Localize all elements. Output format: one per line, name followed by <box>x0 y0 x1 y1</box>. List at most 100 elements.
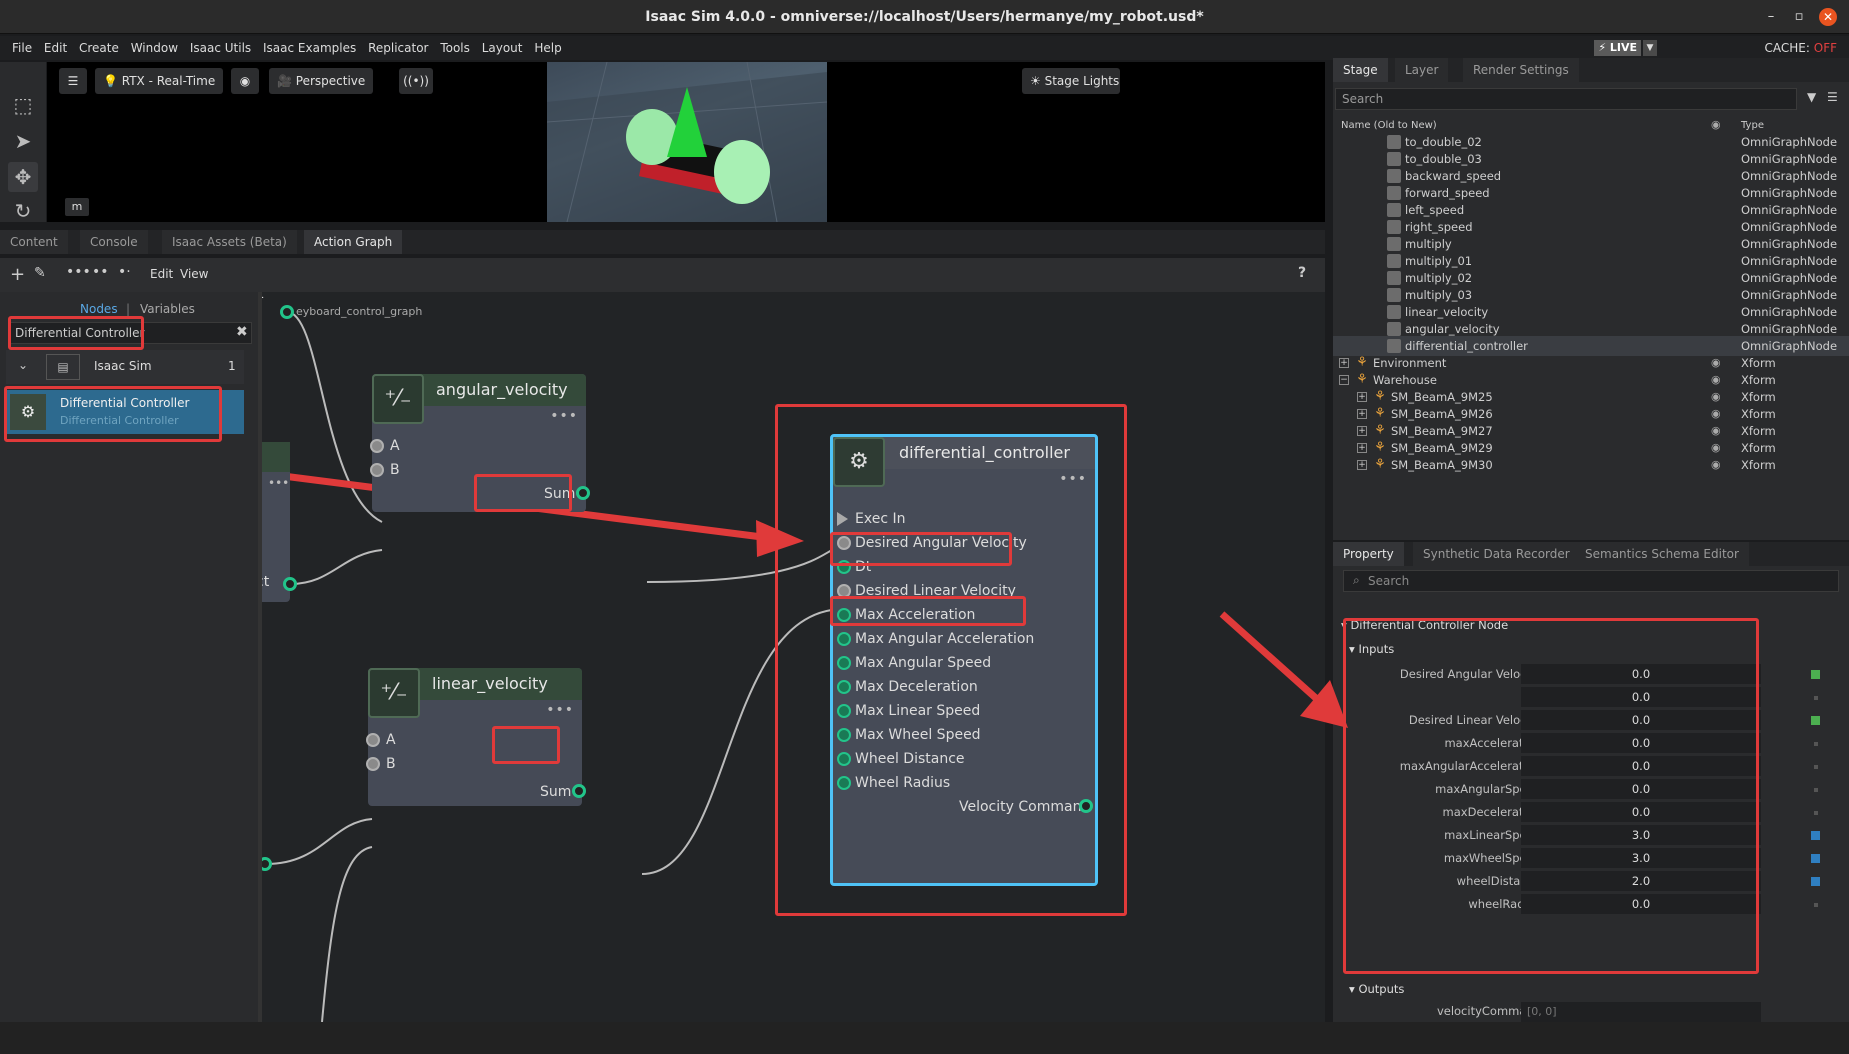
rotate-icon[interactable]: ↻ <box>8 196 38 226</box>
property-value-field[interactable]: 2.0 <box>1521 871 1761 891</box>
tab-isaac-assets[interactable]: Isaac Assets (Beta) <box>162 230 297 254</box>
result-differential-controller[interactable]: ⚙ Differential Controller Differential C… <box>6 390 244 434</box>
menu-icon[interactable]: ☰ <box>1827 90 1838 104</box>
input-pin-a[interactable] <box>366 733 380 747</box>
expand-icon[interactable]: + <box>1357 460 1367 470</box>
view-menu[interactable]: View <box>180 267 208 281</box>
property-search-input[interactable]: Search <box>1343 570 1839 592</box>
property-value-field[interactable]: 0.0 <box>1521 779 1761 799</box>
property-value-field[interactable]: 3.0 <box>1521 848 1761 868</box>
visibility-icon[interactable]: ◉ <box>1711 455 1721 475</box>
pencil-icon[interactable]: ✎ <box>34 265 46 281</box>
expand-icon[interactable]: + <box>1339 358 1349 368</box>
close-icon[interactable]: ✕ <box>1819 8 1837 26</box>
column-name-header[interactable]: Name (Old to New) <box>1341 120 1437 131</box>
property-value-field[interactable]: 0.0 <box>1521 894 1761 914</box>
eye-icon[interactable]: ◉ <box>231 68 259 94</box>
property-value-field[interactable]: 3.0 <box>1521 825 1761 845</box>
expand-icon[interactable]: + <box>1357 409 1367 419</box>
tab-stage[interactable]: Stage <box>1333 58 1388 82</box>
differential-controller-node[interactable]: ⚙ differential_controller ••• Exec In De… <box>830 434 1098 886</box>
value-state-icon[interactable] <box>1811 854 1820 863</box>
value-state-icon[interactable] <box>1814 903 1818 907</box>
cache-state[interactable]: OFF <box>1814 41 1837 55</box>
viewport[interactable]: ☰ 💡 RTX - Real-Time ◉ 🎥 Perspective ((•)… <box>47 62 1325 222</box>
layout-icon[interactable]: ••• <box>66 264 91 280</box>
expand-icon[interactable]: + <box>1357 443 1367 453</box>
output-pin-velocity-command[interactable] <box>1079 799 1093 813</box>
settings-icon[interactable]: ☰ <box>59 68 87 94</box>
tab-render-settings[interactable]: Render Settings <box>1463 58 1579 82</box>
tab-action-graph[interactable]: Action Graph <box>304 230 403 254</box>
node-menu-icon[interactable]: ••• <box>550 408 578 424</box>
input-pin-b[interactable] <box>366 757 380 771</box>
tab-synthetic-data-recorder[interactable]: Synthetic Data Recorder <box>1413 542 1580 566</box>
expand-icon[interactable]: + <box>1357 426 1367 436</box>
move-icon[interactable]: ✥ <box>8 162 38 192</box>
live-button[interactable]: ⚡ LIVE <box>1594 40 1641 56</box>
camera-button[interactable]: 🎥 Perspective <box>269 68 374 94</box>
category-isaac-sim[interactable]: ⌄ ▤ Isaac Sim 1 <box>6 350 244 384</box>
input-pin[interactable] <box>837 560 851 574</box>
expand-icon[interactable]: − <box>1339 375 1349 385</box>
linear-velocity-node[interactable]: ⁺⁄₋ linear_velocity ••• A B Sum <box>366 668 586 806</box>
action-graph-canvas[interactable]: ••• ct t eyboard_control_graph ⁺⁄₋ angul… <box>262 292 1325 1022</box>
cursor-icon[interactable]: ➤ <box>8 126 38 156</box>
menu-tools[interactable]: Tools <box>436 36 474 60</box>
output-pin[interactable] <box>283 577 297 591</box>
menu-edit[interactable]: Edit <box>40 36 71 60</box>
tab-variables[interactable]: Variables <box>140 302 195 316</box>
visibility-icon[interactable]: ◉ <box>1711 118 1721 131</box>
value-state-icon[interactable] <box>1814 811 1818 815</box>
property-value-field[interactable]: 0.0 <box>1521 756 1761 776</box>
menu-file[interactable]: File <box>8 36 36 60</box>
input-pin-a[interactable] <box>370 439 384 453</box>
node-menu-icon[interactable]: ••• <box>268 476 289 490</box>
input-pin[interactable] <box>837 632 851 646</box>
select-mode-icon[interactable]: ⬚ <box>8 90 38 120</box>
input-pin[interactable] <box>837 656 851 670</box>
tab-semantics-schema-editor[interactable]: Semantics Schema Editor <box>1575 542 1749 566</box>
render-mode-button[interactable]: 💡 RTX - Real-Time <box>95 68 224 94</box>
value-state-icon[interactable] <box>1811 716 1820 725</box>
expand-icon[interactable]: + <box>1357 392 1367 402</box>
add-icon[interactable]: + <box>10 264 25 285</box>
property-value-field[interactable]: 0.0 <box>1521 664 1761 684</box>
property-value-field[interactable]: 0.0 <box>1521 802 1761 822</box>
connect-icon[interactable]: •• <box>92 264 109 280</box>
property-value-field[interactable]: 0.0 <box>1521 710 1761 730</box>
pin-icon[interactable]: •· <box>118 264 131 280</box>
menu-isaac-examples[interactable]: Isaac Examples <box>259 36 360 60</box>
value-state-icon[interactable] <box>1814 765 1818 769</box>
menu-help[interactable]: Help <box>530 36 565 60</box>
menu-isaac-utils[interactable]: Isaac Utils <box>186 36 255 60</box>
output-pin-sum[interactable] <box>576 486 590 500</box>
tab-property[interactable]: Property <box>1333 542 1404 566</box>
filter-icon[interactable]: ▼ <box>1807 90 1816 104</box>
value-state-icon[interactable] <box>1814 696 1818 700</box>
angular-velocity-node[interactable]: ⁺⁄₋ angular_velocity ••• A B Sum <box>370 374 590 512</box>
output-pin-sum[interactable] <box>572 784 586 798</box>
node-menu-icon[interactable]: ••• <box>1059 471 1087 487</box>
property-value-field[interactable]: 0.0 <box>1521 687 1761 707</box>
value-state-icon[interactable] <box>1814 742 1818 746</box>
property-value-field[interactable]: 0.0 <box>1521 733 1761 753</box>
column-type-header[interactable]: Type <box>1741 120 1764 131</box>
menu-create[interactable]: Create <box>75 36 123 60</box>
node-menu-icon[interactable]: ••• <box>546 702 574 718</box>
input-pin-b[interactable] <box>370 463 384 477</box>
broadcast-icon[interactable]: ((•)) <box>399 68 433 94</box>
input-pin[interactable] <box>837 752 851 766</box>
stage-search-input[interactable]: Search <box>1335 88 1797 110</box>
help-icon[interactable]: ? <box>1298 265 1306 281</box>
input-pin[interactable] <box>837 680 851 694</box>
edit-menu[interactable]: Edit <box>150 267 173 281</box>
menu-replicator[interactable]: Replicator <box>364 36 432 60</box>
output-pin[interactable] <box>280 305 294 319</box>
chevron-down-icon[interactable]: ▼ <box>1643 40 1657 56</box>
value-state-icon[interactable] <box>1811 670 1820 679</box>
input-pin[interactable] <box>837 704 851 718</box>
value-state-icon[interactable] <box>1811 831 1820 840</box>
input-pin[interactable] <box>837 536 851 550</box>
value-state-icon[interactable] <box>1811 877 1820 886</box>
